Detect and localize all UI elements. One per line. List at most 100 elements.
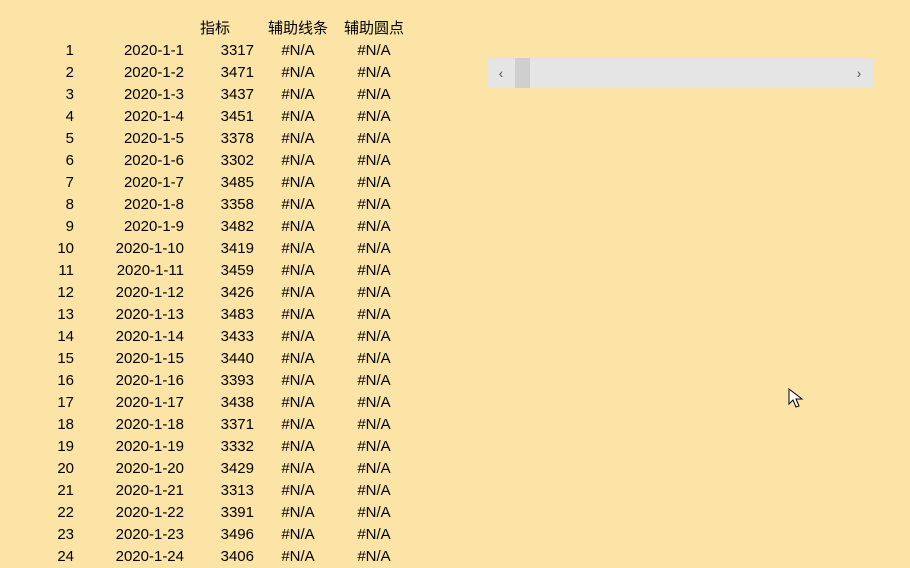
table-row[interactable]: 142020-1-143433#N/A#N/A	[16, 326, 412, 348]
table-row[interactable]: 62020-1-63302#N/A#N/A	[16, 150, 412, 172]
cell-metric[interactable]: 3391	[190, 502, 260, 524]
cell-aux-dot[interactable]: #N/A	[336, 326, 412, 348]
cell-date[interactable]: 2020-1-12	[80, 282, 190, 304]
scroll-left-icon[interactable]: ‹	[487, 58, 515, 88]
cell-metric[interactable]: 3371	[190, 414, 260, 436]
cell-aux-line[interactable]: #N/A	[260, 348, 336, 370]
cell-aux-dot[interactable]: #N/A	[336, 480, 412, 502]
cell-index[interactable]: 18	[16, 414, 80, 436]
cell-aux-line[interactable]: #N/A	[260, 106, 336, 128]
table-row[interactable]: 92020-1-93482#N/A#N/A	[16, 216, 412, 238]
cell-index[interactable]: 7	[16, 172, 80, 194]
cell-aux-dot[interactable]: #N/A	[336, 216, 412, 238]
cell-date[interactable]: 2020-1-9	[80, 216, 190, 238]
cell-date[interactable]: 2020-1-17	[80, 392, 190, 414]
cell-metric[interactable]: 3317	[190, 40, 260, 62]
cell-date[interactable]: 2020-1-20	[80, 458, 190, 480]
cell-aux-dot[interactable]: #N/A	[336, 348, 412, 370]
cell-aux-line[interactable]: #N/A	[260, 392, 336, 414]
cell-date[interactable]: 2020-1-6	[80, 150, 190, 172]
cell-aux-dot[interactable]: #N/A	[336, 502, 412, 524]
cell-date[interactable]: 2020-1-22	[80, 502, 190, 524]
cell-metric[interactable]: 3496	[190, 524, 260, 546]
table-row[interactable]: 182020-1-183371#N/A#N/A	[16, 414, 412, 436]
cell-aux-line[interactable]: #N/A	[260, 370, 336, 392]
cell-aux-dot[interactable]: #N/A	[336, 106, 412, 128]
cell-aux-dot[interactable]: #N/A	[336, 414, 412, 436]
cell-aux-dot[interactable]: #N/A	[336, 194, 412, 216]
cell-date[interactable]: 2020-1-21	[80, 480, 190, 502]
cell-index[interactable]: 20	[16, 458, 80, 480]
cell-index[interactable]: 1	[16, 40, 80, 62]
cell-index[interactable]: 19	[16, 436, 80, 458]
cell-index[interactable]: 13	[16, 304, 80, 326]
cell-aux-dot[interactable]: #N/A	[336, 436, 412, 458]
cell-metric[interactable]: 3433	[190, 326, 260, 348]
cell-date[interactable]: 2020-1-4	[80, 106, 190, 128]
cell-aux-line[interactable]: #N/A	[260, 458, 336, 480]
cell-aux-line[interactable]: #N/A	[260, 524, 336, 546]
cell-index[interactable]: 17	[16, 392, 80, 414]
cell-metric[interactable]: 3419	[190, 238, 260, 260]
cell-index[interactable]: 16	[16, 370, 80, 392]
scroll-right-icon[interactable]: ›	[845, 58, 873, 88]
table-row[interactable]: 72020-1-73485#N/A#N/A	[16, 172, 412, 194]
cell-aux-dot[interactable]: #N/A	[336, 392, 412, 414]
cell-date[interactable]: 2020-1-14	[80, 326, 190, 348]
cell-aux-dot[interactable]: #N/A	[336, 238, 412, 260]
cell-index[interactable]: 5	[16, 128, 80, 150]
cell-aux-dot[interactable]: #N/A	[336, 282, 412, 304]
cell-index[interactable]: 4	[16, 106, 80, 128]
table-row[interactable]: 232020-1-233496#N/A#N/A	[16, 524, 412, 546]
cell-index[interactable]: 10	[16, 238, 80, 260]
cell-index[interactable]: 8	[16, 194, 80, 216]
cell-index[interactable]: 21	[16, 480, 80, 502]
cell-date[interactable]: 2020-1-15	[80, 348, 190, 370]
table-row[interactable]: 82020-1-83358#N/A#N/A	[16, 194, 412, 216]
scrollbar-track[interactable]	[515, 58, 845, 88]
table-row[interactable]: 32020-1-33437#N/A#N/A	[16, 84, 412, 106]
cell-date[interactable]: 2020-1-3	[80, 84, 190, 106]
cell-metric[interactable]: 3483	[190, 304, 260, 326]
cell-aux-line[interactable]: #N/A	[260, 436, 336, 458]
cell-aux-line[interactable]: #N/A	[260, 194, 336, 216]
cell-date[interactable]: 2020-1-13	[80, 304, 190, 326]
table-row[interactable]: 192020-1-193332#N/A#N/A	[16, 436, 412, 458]
cell-aux-line[interactable]: #N/A	[260, 216, 336, 238]
cell-index[interactable]: 22	[16, 502, 80, 524]
cell-date[interactable]: 2020-1-16	[80, 370, 190, 392]
table-row[interactable]: 152020-1-153440#N/A#N/A	[16, 348, 412, 370]
cell-aux-line[interactable]: #N/A	[260, 326, 336, 348]
cell-date[interactable]: 2020-1-1	[80, 40, 190, 62]
cell-aux-line[interactable]: #N/A	[260, 238, 336, 260]
table-row[interactable]: 42020-1-43451#N/A#N/A	[16, 106, 412, 128]
cell-index[interactable]: 2	[16, 62, 80, 84]
cell-index[interactable]: 15	[16, 348, 80, 370]
cell-aux-dot[interactable]: #N/A	[336, 150, 412, 172]
cell-metric[interactable]: 3438	[190, 392, 260, 414]
cell-metric[interactable]: 3426	[190, 282, 260, 304]
table-row[interactable]: 52020-1-53378#N/A#N/A	[16, 128, 412, 150]
cell-metric[interactable]: 3485	[190, 172, 260, 194]
cell-date[interactable]: 2020-1-2	[80, 62, 190, 84]
cell-aux-line[interactable]: #N/A	[260, 260, 336, 282]
cell-index[interactable]: 11	[16, 260, 80, 282]
cell-aux-line[interactable]: #N/A	[260, 40, 336, 62]
table-row[interactable]: 202020-1-203429#N/A#N/A	[16, 458, 412, 480]
cell-index[interactable]: 3	[16, 84, 80, 106]
table-row[interactable]: 112020-1-113459#N/A#N/A	[16, 260, 412, 282]
table-row[interactable]: 102020-1-103419#N/A#N/A	[16, 238, 412, 260]
cell-aux-line[interactable]: #N/A	[260, 150, 336, 172]
cell-index[interactable]: 9	[16, 216, 80, 238]
cell-aux-dot[interactable]: #N/A	[336, 40, 412, 62]
cell-metric[interactable]: 3302	[190, 150, 260, 172]
cell-metric[interactable]: 3471	[190, 62, 260, 84]
cell-date[interactable]: 2020-1-7	[80, 172, 190, 194]
cell-aux-dot[interactable]: #N/A	[336, 370, 412, 392]
cell-aux-line[interactable]: #N/A	[260, 304, 336, 326]
table-row[interactable]: 122020-1-123426#N/A#N/A	[16, 282, 412, 304]
cell-date[interactable]: 2020-1-11	[80, 260, 190, 282]
cell-date[interactable]: 2020-1-19	[80, 436, 190, 458]
cell-metric[interactable]: 3459	[190, 260, 260, 282]
cell-index[interactable]: 14	[16, 326, 80, 348]
